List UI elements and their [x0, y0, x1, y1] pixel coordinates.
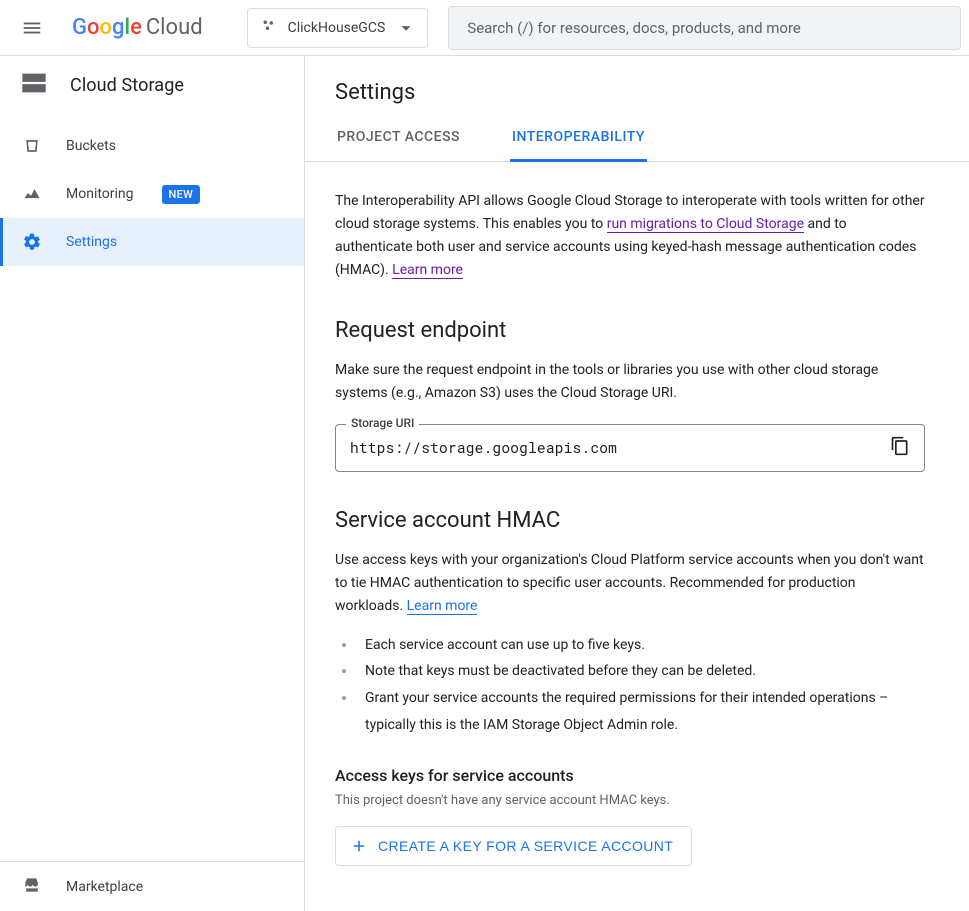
cloud-storage-icon [20, 69, 48, 101]
sidebar-item-marketplace[interactable]: Marketplace [0, 861, 304, 911]
tabs: PROJECT ACCESS INTEROPERABILITY [305, 115, 969, 162]
sidebar-title: Cloud Storage [70, 75, 184, 96]
access-keys-heading: Access keys for service accounts [335, 766, 925, 785]
sidebar-nav: Buckets Monitoring NEW Settings [0, 114, 304, 861]
gear-icon [22, 232, 42, 252]
link-learn-more-hmac[interactable]: Learn more [407, 598, 478, 615]
sidebar-item-label: Settings [66, 234, 117, 250]
main-content: Settings PROJECT ACCESS INTEROPERABILITY… [305, 56, 969, 911]
google-cloud-logo[interactable]: Google Cloud [64, 15, 211, 40]
new-badge: NEW [162, 185, 201, 204]
create-key-button[interactable]: CREATE A KEY FOR A SERVICE ACCOUNT [335, 826, 692, 866]
hamburger-icon [21, 17, 43, 39]
copy-icon [890, 436, 910, 456]
project-name: ClickHouseGCS [288, 20, 386, 36]
intro-paragraph: The Interoperability API allows Google C… [335, 190, 925, 282]
project-picker[interactable]: ClickHouseGCS [247, 8, 429, 48]
sidebar-item-settings[interactable]: Settings [0, 218, 304, 266]
storage-uri-value: https://storage.googleapis.com [350, 438, 890, 457]
tab-interoperability[interactable]: INTEROPERABILITY [510, 115, 647, 162]
marketplace-icon [22, 875, 42, 899]
request-endpoint-heading: Request endpoint [335, 318, 925, 343]
sidebar-header: Cloud Storage [0, 56, 304, 114]
list-item: Each service account can use up to five … [357, 632, 925, 659]
link-run-migrations[interactable]: run migrations to Cloud Storage [607, 216, 804, 233]
nav-menu-button[interactable] [8, 4, 56, 52]
storage-uri-label: Storage URI [346, 416, 419, 430]
link-learn-more-hmac-intro[interactable]: Learn more [392, 262, 463, 279]
tab-project-access[interactable]: PROJECT ACCESS [335, 115, 462, 162]
sidebar-item-label: Buckets [66, 138, 116, 154]
copy-button[interactable] [890, 436, 910, 460]
storage-uri-field: Storage URI https://storage.googleapis.c… [335, 424, 925, 472]
request-endpoint-text: Make sure the request endpoint in the to… [335, 359, 925, 405]
hmac-bullet-list: Each service account can use up to five … [357, 632, 925, 738]
list-item: Note that keys must be deactivated befor… [357, 658, 925, 685]
hmac-text: Use access keys with your organization's… [335, 549, 925, 618]
search-input[interactable]: Search (/) for resources, docs, products… [448, 6, 961, 50]
service-account-hmac-heading: Service account HMAC [335, 508, 925, 533]
monitoring-icon [22, 184, 42, 204]
page-title: Settings [305, 56, 969, 115]
sidebar-item-buckets[interactable]: Buckets [0, 122, 304, 170]
project-icon [260, 17, 278, 39]
sidebar-item-label: Marketplace [66, 879, 143, 895]
sidebar: Cloud Storage Buckets Monitoring NEW [0, 56, 305, 911]
plus-icon [350, 837, 368, 855]
bucket-icon [22, 136, 42, 156]
access-keys-empty-text: This project doesn't have any service ac… [335, 793, 925, 808]
chevron-down-icon [395, 17, 417, 39]
top-bar: Google Cloud ClickHouseGCS Search (/) fo… [0, 0, 969, 56]
sidebar-item-label: Monitoring [66, 186, 134, 202]
sidebar-item-monitoring[interactable]: Monitoring NEW [0, 170, 304, 218]
search-placeholder: Search (/) for resources, docs, products… [467, 19, 801, 37]
create-key-button-label: CREATE A KEY FOR A SERVICE ACCOUNT [378, 838, 673, 854]
logo-cloud-text: Cloud [146, 15, 203, 40]
list-item: Grant your service accounts the required… [357, 685, 925, 738]
